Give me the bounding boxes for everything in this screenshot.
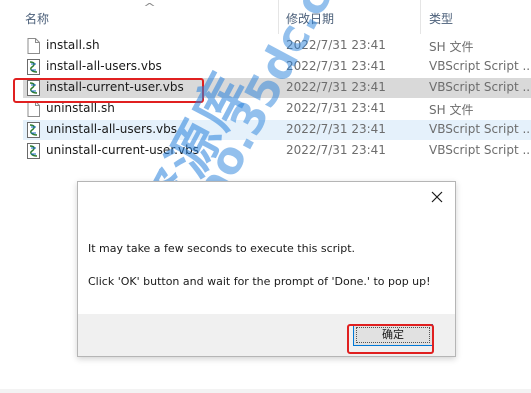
highlight-box-ok-button <box>347 324 434 354</box>
file-date: 2022/7/31 23:41 <box>286 101 386 115</box>
file-date: 2022/7/31 23:41 <box>286 122 386 136</box>
file-date: 2022/7/31 23:41 <box>286 143 386 157</box>
dialog-message-line1: It may take a few seconds to execute thi… <box>88 242 356 255</box>
sort-ascending-icon: ^ <box>143 1 157 14</box>
file-type: SH 文件 <box>429 40 474 54</box>
column-divider[interactable] <box>420 0 421 34</box>
vbscript-icon <box>27 59 40 75</box>
file-type: VBScript Script ... <box>429 80 531 94</box>
file-type: SH 文件 <box>429 103 474 117</box>
column-name-header[interactable]: 名称 <box>25 10 49 27</box>
status-strip <box>0 389 531 393</box>
file-name: install.sh <box>46 38 100 52</box>
file-date: 2022/7/31 23:41 <box>286 80 386 94</box>
dialog-message-line2: Click 'OK' button and wait for the promp… <box>88 275 431 288</box>
column-header: ^ 名称 修改日期 类型 <box>0 0 531 34</box>
file-row[interactable]: uninstall-current-user.vbs 2022/7/31 23:… <box>23 141 531 161</box>
file-type: VBScript Script ... <box>429 143 531 157</box>
file-name: uninstall.sh <box>46 101 115 115</box>
file-name: install-all-users.vbs <box>46 59 162 73</box>
column-type-header[interactable]: 类型 <box>429 10 453 27</box>
file-type: VBScript Script ... <box>429 59 531 73</box>
file-type: VBScript Script ... <box>429 122 531 136</box>
close-icon[interactable] <box>427 187 447 207</box>
file-row-hover[interactable]: uninstall-all-users.vbs 2022/7/31 23:41 … <box>23 120 531 140</box>
vbscript-icon <box>27 143 40 159</box>
file-icon <box>27 101 40 117</box>
vbscript-icon <box>27 122 40 138</box>
file-icon <box>27 38 40 54</box>
